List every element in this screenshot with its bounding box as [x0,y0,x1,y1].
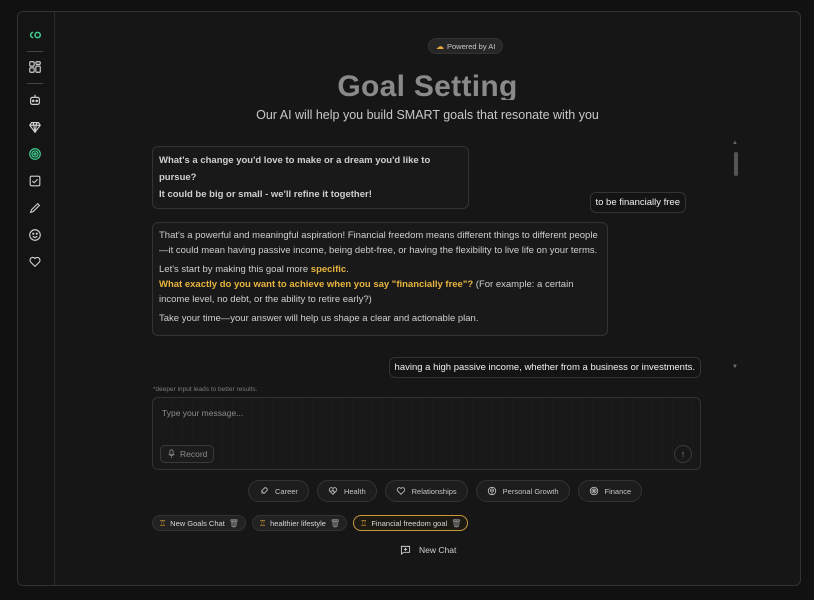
ai-message: That's a powerful and meaningful aspirat… [152,222,608,336]
sidebar-divider [27,83,43,84]
user-message: having a high passive income, whether fr… [388,357,701,378]
category-health[interactable]: Health [316,480,377,502]
category-label: Personal Growth [502,486,559,496]
brain-icon [487,486,496,496]
ai-message-paragraph: Let's start by making this goal more spe… [159,262,601,307]
record-button[interactable]: Record [160,445,215,463]
ai-message-line: It could be big or small - we'll refine … [159,189,372,200]
goal-chip-active[interactable]: ♖ Financial freedom goal 🗑 [353,515,469,531]
send-button[interactable]: ↑ [674,445,692,463]
heart-icon[interactable] [26,253,44,271]
heart-pulse-icon [328,487,338,495]
page-subtitle: Our AI will help you build SMART goals t… [256,108,599,122]
category-label: Health [343,486,366,496]
category-label: Finance [604,486,632,496]
main-content: ☁ Powered by AI Goal Setting Our AI will… [55,12,800,585]
category-relationships[interactable]: Relationships [384,480,468,502]
trash-icon[interactable]: 🗑 [229,519,239,528]
record-label: Record [180,449,208,459]
sidebar-divider [27,51,43,52]
scroll-up-arrow-icon[interactable]: ▲ [732,140,738,146]
trophy-icon: ♖ [360,518,368,528]
trash-icon[interactable]: 🗑 [451,519,461,528]
goal-chip[interactable]: ♖ healthier lifestyle 🗑 [251,515,348,531]
heart-icon [396,487,405,495]
pencil-icon[interactable] [26,199,44,217]
chat-thread: What's a change you'd love to make or a … [152,142,712,382]
goal-label: healthier lifestyle [270,518,326,528]
ai-message-paragraph: Take your time—your answer will help us … [159,313,479,324]
new-chat-label: New Chat [419,545,457,555]
category-personal-growth[interactable]: Personal Growth [475,480,570,502]
saved-goals: ♖ New Goals Chat 🗑 ♖ healthier lifestyle… [152,515,469,531]
trophy-icon: ♖ [159,518,167,528]
new-chat-button[interactable]: New Chat [400,545,456,555]
ai-text: Let's start by making this goal more [159,264,311,275]
powered-by-ai-badge: ☁ Powered by AI [428,38,504,54]
chat-scrollbar[interactable] [734,152,738,176]
smile-icon[interactable] [26,226,44,244]
category-label: Career [275,486,298,496]
ai-text: . [346,264,349,275]
badge-label: Powered by AI [447,41,496,51]
bot-icon[interactable] [26,91,44,109]
sparkle-icon: ☁ [436,41,444,51]
trophy-icon: ♖ [258,518,267,528]
app-window: ☁ Powered by AI Goal Setting Our AI will… [17,11,801,586]
goal-label: Financial freedom goal [371,518,448,528]
sidebar [18,12,55,585]
ai-message: What's a change you'd love to make or a … [152,146,469,209]
dashboard-icon[interactable] [26,58,44,76]
page-title: Goal Setting [337,70,518,100]
microphone-icon [168,449,175,459]
ai-message-line: What's a change you'd love to make or a … [159,155,431,183]
ai-message-paragraph: That's a powerful and meaningful aspirat… [159,230,598,256]
trash-icon[interactable]: 🗑 [330,519,340,528]
target-icon [589,486,598,496]
input-hint: *deeper input leads to better results. [153,386,258,393]
user-message: to be financially free [589,192,686,213]
category-career[interactable]: Career [248,480,309,502]
category-chips: Career Health Relationships Personal Gro… [248,480,643,502]
logo-icon[interactable] [26,26,44,44]
rocket-icon [260,487,268,495]
category-label: Relationships [411,486,457,496]
goal-label: New Goals Chat [170,518,225,528]
message-placeholder: Type your message... [162,408,244,418]
highlight-text: specific [310,264,347,275]
chat-plus-icon [400,545,411,555]
gem-icon[interactable] [26,118,44,136]
message-input[interactable]: Type your message... Record ↑ [152,397,701,470]
checklist-icon[interactable] [26,172,44,190]
arrow-up-icon: ↑ [680,449,686,459]
category-finance[interactable]: Finance [577,480,643,502]
scroll-down-arrow-icon[interactable]: ▼ [732,364,738,370]
target-icon[interactable] [26,145,44,163]
goal-chip[interactable]: ♖ New Goals Chat 🗑 [152,515,246,531]
highlight-question: What exactly do you want to achieve when… [159,279,474,290]
